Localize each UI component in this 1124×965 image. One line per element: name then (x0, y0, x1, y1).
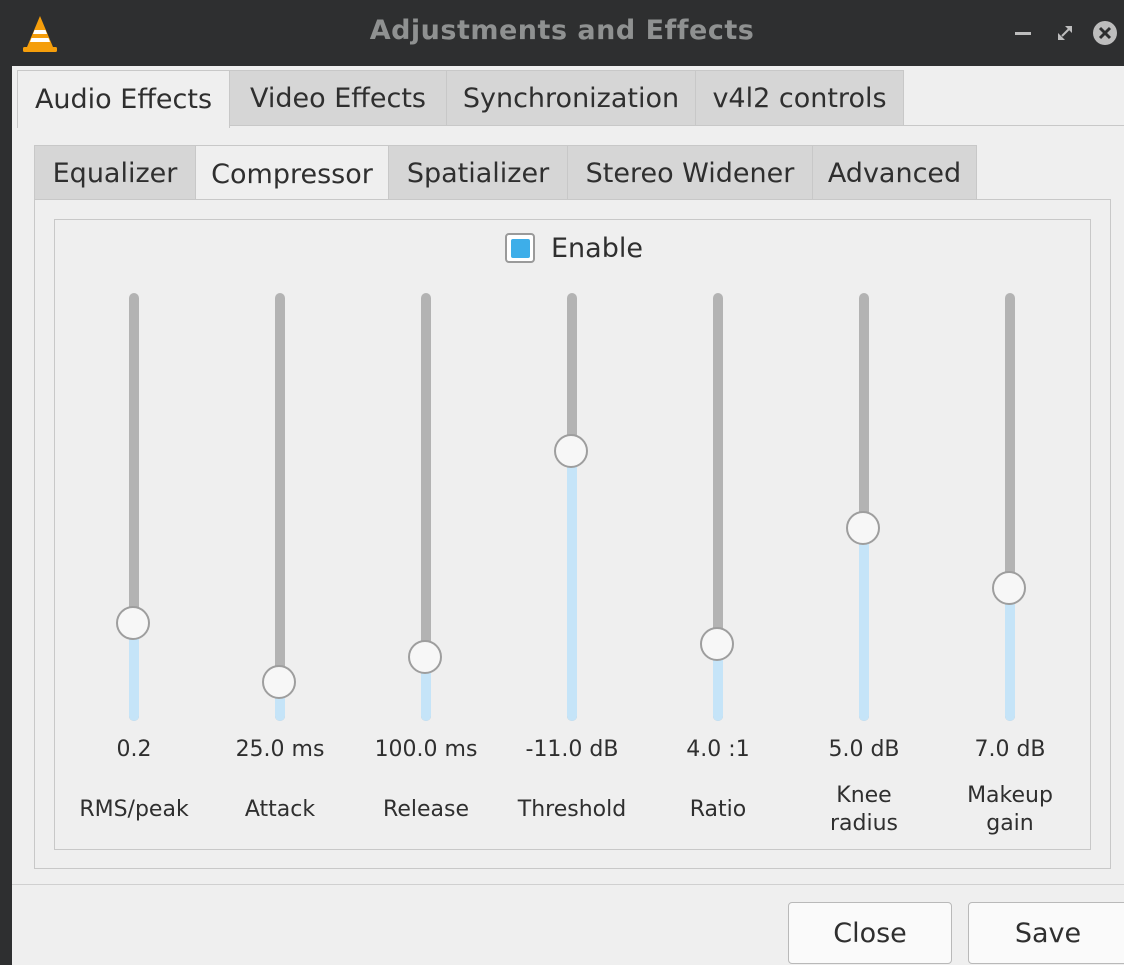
threshold-slider-handle[interactable] (554, 434, 588, 468)
knee-radius-slider-track[interactable] (859, 293, 869, 721)
tab-audio-effects[interactable]: Audio Effects (17, 70, 230, 128)
tab-synchronization[interactable]: Synchronization (446, 70, 696, 126)
close-icon[interactable] (1090, 18, 1120, 48)
knee-radius-slider-handle[interactable] (846, 511, 880, 545)
threshold-slider-track[interactable] (567, 293, 577, 721)
attack-slider[interactable] (260, 293, 300, 721)
makeup-gain-label: Makeup gain (967, 783, 1053, 836)
tab-stereo-widener[interactable]: Stereo Widener (567, 145, 813, 200)
rms-peak-slider-handle[interactable] (116, 606, 150, 640)
makeup-gain-slider-handle[interactable] (992, 571, 1026, 605)
maximize-icon[interactable] (1052, 18, 1078, 48)
attack-label: Attack (244, 797, 316, 822)
enable-checkbox[interactable] (505, 233, 535, 263)
threshold-label: Threshold (517, 797, 627, 822)
tab-v4l2-controls[interactable]: v4l2 controls (695, 70, 904, 126)
window-left-edge (0, 66, 12, 965)
close-button[interactable]: Close (788, 902, 952, 964)
knee-radius-value: 5.0 dB (828, 737, 900, 762)
window-title: Adjustments and Effects (369, 15, 755, 46)
release-slider[interactable] (406, 293, 446, 721)
tab-compressor[interactable]: Compressor (195, 145, 389, 202)
ratio-slider[interactable] (698, 293, 738, 721)
threshold-value: -11.0 dB (525, 737, 619, 762)
save-button[interactable]: Save (968, 902, 1124, 964)
attack-value: 25.0 ms (235, 737, 325, 762)
enable-label: Enable (551, 232, 643, 264)
title-bar[interactable]: Adjustments and Effects (0, 0, 1124, 66)
attack-slider-handle[interactable] (262, 665, 296, 699)
rms-peak-slider[interactable] (114, 293, 154, 721)
rms-peak-slider-track[interactable] (129, 293, 139, 721)
ratio-value: 4.0 :1 (686, 737, 750, 762)
knee-radius-slider-fill (859, 528, 869, 721)
ratio-slider-handle[interactable] (700, 627, 734, 661)
attack-slider-track[interactable] (275, 293, 285, 721)
makeup-gain-slider[interactable] (990, 293, 1030, 721)
button-row-divider (12, 884, 1124, 885)
makeup-gain-slider-fill (1005, 588, 1015, 721)
rms-peak-label: RMS/peak (79, 797, 189, 822)
threshold-slider-fill (567, 451, 577, 721)
tab-spatializer[interactable]: Spatializer (388, 145, 568, 200)
tab-equalizer[interactable]: Equalizer (34, 145, 196, 200)
rms-peak-value: 0.2 (116, 737, 152, 762)
tab-advanced[interactable]: Advanced (812, 145, 977, 200)
release-label: Release (383, 797, 469, 822)
ratio-label: Ratio (689, 797, 747, 822)
makeup-gain-slider-track[interactable] (1005, 293, 1015, 721)
knee-radius-label: Knee radius (829, 783, 898, 836)
minimize-icon[interactable] (1012, 18, 1034, 48)
adjustments-window: Adjustments and Effects Audio Effects Vi… (0, 0, 1124, 965)
checkbox-check-mark (510, 238, 530, 258)
release-slider-handle[interactable] (408, 640, 442, 674)
release-value: 100.0 ms (374, 737, 478, 762)
tab-bar-divider (230, 125, 1124, 126)
tab-video-effects[interactable]: Video Effects (229, 70, 447, 126)
threshold-slider[interactable] (552, 293, 592, 721)
makeup-gain-value: 7.0 dB (974, 737, 1046, 762)
knee-radius-slider[interactable] (844, 293, 884, 721)
enable-row[interactable]: Enable (505, 230, 643, 266)
